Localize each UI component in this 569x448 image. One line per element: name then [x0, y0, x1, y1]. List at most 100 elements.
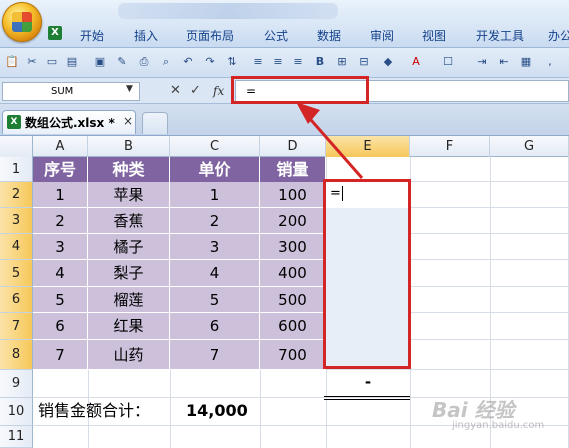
- table-cell[interactable]: 300: [260, 234, 326, 260]
- tab-insert[interactable]: 插入: [134, 26, 158, 46]
- table-cell[interactable]: 2: [33, 208, 88, 234]
- gridline: [260, 370, 261, 448]
- table-cell[interactable]: 4: [170, 260, 260, 287]
- watermark-url: jingyan.baidu.com: [452, 420, 545, 431]
- table-cell[interactable]: 香蕉: [88, 208, 170, 234]
- row-header[interactable]: 8: [0, 340, 33, 370]
- undo-icon[interactable]: ↶: [180, 54, 196, 70]
- double-underline: [324, 399, 410, 400]
- new-icon[interactable]: ▭: [44, 54, 60, 70]
- tab-home[interactable]: 开始: [80, 26, 104, 46]
- cut-icon[interactable]: ✂: [24, 54, 40, 70]
- table-cell[interactable]: 7: [170, 340, 260, 370]
- indent-icon[interactable]: ⇥: [474, 54, 490, 70]
- tab-office[interactable]: 办公: [548, 26, 569, 46]
- chevron-down-icon[interactable]: ▼: [126, 84, 133, 94]
- new-workbook-tab[interactable]: [142, 112, 168, 134]
- column-header[interactable]: G: [490, 136, 569, 157]
- office-button[interactable]: [2, 2, 42, 42]
- save-icon[interactable]: ▣: [92, 54, 108, 70]
- column-header[interactable]: F: [410, 136, 490, 157]
- row-header[interactable]: 9: [0, 370, 33, 398]
- table-header-cell[interactable]: 种类: [88, 157, 170, 182]
- table-cell[interactable]: 6: [33, 313, 88, 340]
- table-cell[interactable]: 5: [170, 287, 260, 313]
- bold-icon[interactable]: B: [312, 54, 328, 70]
- comma-icon[interactable]: ,: [542, 54, 558, 70]
- total-label-cell[interactable]: 销售金额合计：: [38, 400, 150, 422]
- row-header[interactable]: 5: [0, 260, 33, 287]
- title-bar: [118, 3, 338, 19]
- row-header[interactable]: 11: [0, 426, 33, 448]
- row-header[interactable]: 6: [0, 287, 33, 313]
- number-format-icon[interactable]: ▦: [518, 54, 534, 70]
- row-header[interactable]: 4: [0, 234, 33, 260]
- format-painter-icon[interactable]: ✎: [114, 54, 130, 70]
- print-icon[interactable]: ⎙: [136, 54, 152, 70]
- table-cell[interactable]: 红果: [88, 313, 170, 340]
- table-cell[interactable]: 苹果: [88, 182, 170, 208]
- wrap-icon[interactable]: ⊟: [356, 54, 372, 70]
- enter-icon[interactable]: ✓: [190, 82, 204, 100]
- cell-e9[interactable]: -: [326, 370, 410, 396]
- column-header[interactable]: A: [33, 136, 88, 157]
- tab-formulas[interactable]: 公式: [264, 26, 288, 46]
- table-cell[interactable]: 1: [33, 182, 88, 208]
- table-cell[interactable]: 橘子: [88, 234, 170, 260]
- align-center-icon[interactable]: ≡: [270, 54, 286, 70]
- table-cell[interactable]: 400: [260, 260, 326, 287]
- insert-function-icon[interactable]: fx: [213, 82, 229, 100]
- fill-color-icon[interactable]: ◆: [380, 54, 396, 70]
- table-cell[interactable]: 700: [260, 340, 326, 370]
- table-cell[interactable]: 榴莲: [88, 287, 170, 313]
- table-cell[interactable]: 3: [33, 234, 88, 260]
- row-header[interactable]: 1: [0, 157, 33, 182]
- align-right-icon[interactable]: ≡: [290, 54, 306, 70]
- paste-icon[interactable]: 📋: [4, 54, 20, 70]
- open-icon[interactable]: ▤: [64, 54, 80, 70]
- name-box[interactable]: SUM: [2, 82, 140, 101]
- preview-icon[interactable]: ⌕: [158, 54, 174, 70]
- table-cell[interactable]: 6: [170, 313, 260, 340]
- merge-icon[interactable]: ⊞: [334, 54, 350, 70]
- row-header[interactable]: 2: [0, 182, 33, 208]
- table-cell[interactable]: 500: [260, 287, 326, 313]
- border-icon[interactable]: ☐: [440, 54, 456, 70]
- table-cell[interactable]: 5: [33, 287, 88, 313]
- column-header[interactable]: C: [170, 136, 260, 157]
- table-cell[interactable]: 3: [170, 234, 260, 260]
- redo-icon[interactable]: ↷: [202, 54, 218, 70]
- row-header[interactable]: 7: [0, 313, 33, 340]
- table-cell[interactable]: 2: [170, 208, 260, 234]
- table-cell[interactable]: 600: [260, 313, 326, 340]
- table-cell[interactable]: 4: [33, 260, 88, 287]
- tab-developer[interactable]: 开发工具: [476, 26, 524, 46]
- table-cell[interactable]: 7: [33, 340, 88, 370]
- arrow-head: [296, 102, 320, 124]
- table-cell[interactable]: 1: [170, 182, 260, 208]
- table-cell[interactable]: 梨子: [88, 260, 170, 287]
- decrease-indent-icon[interactable]: ⇤: [496, 54, 512, 70]
- align-left-icon[interactable]: ≡: [250, 54, 266, 70]
- column-header[interactable]: B: [88, 136, 170, 157]
- table-header-cell[interactable]: 单价: [170, 157, 260, 182]
- table-cell[interactable]: 200: [260, 208, 326, 234]
- font-color-icon[interactable]: A: [408, 54, 424, 70]
- tab-view[interactable]: 视图: [422, 26, 446, 46]
- double-underline: [324, 396, 410, 397]
- row-header[interactable]: 3: [0, 208, 33, 234]
- cancel-icon[interactable]: ✕: [170, 82, 184, 100]
- tab-review[interactable]: 审阅: [370, 26, 394, 46]
- total-value-cell[interactable]: 14,000: [186, 400, 248, 422]
- tab-page-layout[interactable]: 页面布局: [186, 26, 234, 46]
- table-cell[interactable]: 山药: [88, 340, 170, 370]
- annotation-arrow: [296, 102, 364, 179]
- sort-icon[interactable]: ⇅: [224, 54, 240, 70]
- row-header[interactable]: 10: [0, 398, 33, 426]
- select-all-corner[interactable]: [0, 136, 33, 157]
- tab-data[interactable]: 数据: [317, 26, 341, 46]
- workbook-tab[interactable]: X 数组公式.xlsx * ×: [2, 110, 136, 134]
- table-header-cell[interactable]: 序号: [33, 157, 88, 182]
- close-icon[interactable]: ×: [123, 114, 133, 128]
- workbook-filename: 数组公式.xlsx *: [25, 116, 115, 130]
